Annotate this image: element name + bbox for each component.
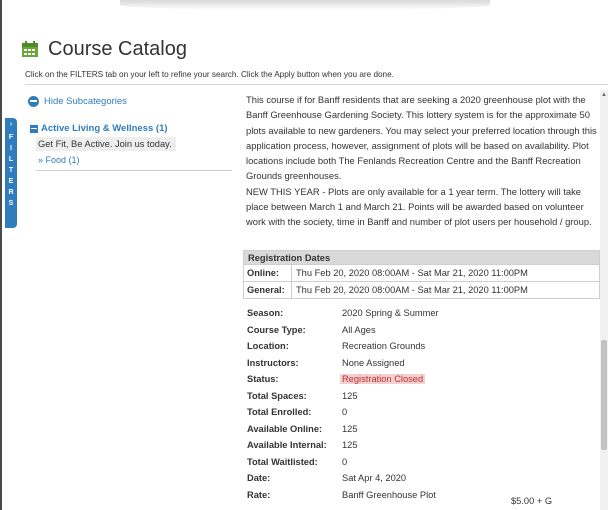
page-title: Course Catalog (48, 37, 187, 60)
description-paragraph: NEW THIS YEAR - Plots are only available… (246, 185, 592, 228)
detail-label: Date: (247, 473, 271, 484)
detail-value: 125 (342, 440, 358, 451)
detail-label: Location: (247, 341, 289, 352)
category-label: Active Living & Wellness (1) (41, 123, 168, 134)
detail-value: 0 (342, 407, 348, 418)
chevron-right-icon: › (9, 121, 13, 128)
course-content: This course if for Banff residents that … (246, 92, 598, 230)
detail-value: All Ages (342, 324, 376, 335)
filters-letter: L (8, 156, 14, 163)
detail-label: Total Spaces: (247, 390, 307, 401)
calendar-icon (22, 41, 38, 57)
course-description: This course if for Banff residents that … (246, 92, 598, 230)
status-badge: Registration Closed (340, 374, 426, 385)
detail-row-available-internal: Available Internal: 125 (247, 437, 439, 454)
subcategory-food-link[interactable]: » Food (1) (38, 155, 238, 165)
registration-online-label: Online: (244, 265, 292, 281)
registration-dates-table: Registration Dates Online: Thu Feb 20, 2… (243, 250, 600, 299)
detail-value: Recreation Grounds (342, 341, 426, 352)
detail-row-total-waitlisted: Total Waitlisted: 0 (247, 454, 439, 471)
filters-letter: T (8, 167, 14, 174)
registration-general-label: General: (244, 282, 292, 298)
detail-value: 2020 Spring & Summer (342, 308, 439, 319)
registration-general-value: Thu Feb 20, 2020 08:00AM - Sat Mar 21, 2… (296, 285, 528, 295)
detail-value: 125 (342, 390, 358, 401)
vertical-scrollbar[interactable]: ▲ (600, 90, 608, 510)
detail-row-status: Status: Registration Closed (247, 371, 439, 388)
detail-value: 0 (342, 456, 348, 467)
detail-row-date: Date: Sat Apr 4, 2020 (247, 470, 439, 487)
detail-row-available-online: Available Online: 125 (247, 421, 439, 438)
registration-dates-title: Registration Dates (243, 250, 600, 265)
hide-subcategories-link[interactable]: Hide Subcategories (28, 92, 238, 110)
category-sidebar: Hide Subcategories Active Living & Welln… (28, 92, 238, 171)
detail-label: Available Online: (247, 423, 323, 434)
detail-label: Season: (247, 308, 284, 319)
detail-label: Status: (247, 374, 279, 385)
table-row: Online: Thu Feb 20, 2020 08:00AM - Sat M… (243, 265, 600, 282)
detail-value: Sat Apr 4, 2020 (342, 473, 407, 484)
collapse-icon (30, 124, 38, 133)
sidebar-divider (36, 170, 232, 171)
detail-value: 125 (342, 423, 358, 434)
course-details: Season: 2020 Spring & Summer Course Type… (247, 305, 439, 503)
scrollbar-thumb[interactable] (601, 340, 607, 450)
filters-letter: R (8, 189, 14, 196)
detail-label: Total Waitlisted: (247, 456, 318, 467)
description-paragraph: This course if for Banff residents that … (246, 94, 597, 182)
category-description: Get Fit, Be Active. Join us today. (36, 137, 176, 151)
filter-instructions: Click on the FILTERS tab on your left to… (25, 70, 394, 79)
hide-subcategories-label: Hide Subcategories (44, 95, 127, 107)
detail-label: Instructors: (247, 357, 299, 368)
minus-circle-icon (28, 95, 39, 107)
category-active-living[interactable]: Active Living & Wellness (1) (30, 123, 238, 134)
filters-letter: I (10, 145, 12, 152)
rate-price: $5.00 + G (511, 496, 553, 506)
scroll-up-icon[interactable]: ▲ (600, 92, 608, 98)
filters-letter: F (8, 134, 14, 141)
detail-row-total-enrolled: Total Enrolled: 0 (247, 404, 439, 421)
header-divider (25, 84, 608, 85)
detail-row-instructors: Instructors: None Assigned (247, 355, 439, 372)
detail-row-course-type: Course Type: All Ages (247, 322, 439, 339)
detail-row-location: Location: Recreation Grounds (247, 338, 439, 355)
filters-letter: S (8, 200, 14, 207)
window-left-border (0, 0, 2, 510)
detail-label: Rate: (247, 489, 271, 500)
detail-label: Available Internal: (247, 440, 327, 451)
top-shadow (120, 0, 490, 10)
table-row: General: Thu Feb 20, 2020 08:00AM - Sat … (243, 282, 600, 299)
detail-label: Total Enrolled: (247, 407, 312, 418)
detail-row-rate: Rate: Banff Greenhouse Plot (247, 487, 439, 504)
filters-letter: E (8, 178, 14, 185)
filters-tab[interactable]: › F I L T E R S (5, 118, 17, 228)
detail-row-season: Season: 2020 Spring & Summer (247, 305, 439, 322)
detail-value: None Assigned (342, 357, 405, 368)
registration-online-value: Thu Feb 20, 2020 08:00AM - Sat Mar 21, 2… (296, 268, 528, 278)
page-header: Course Catalog (22, 36, 187, 62)
detail-row-total-spaces: Total Spaces: 125 (247, 388, 439, 405)
detail-label: Course Type: (247, 324, 306, 335)
detail-value: Banff Greenhouse Plot (342, 489, 436, 500)
